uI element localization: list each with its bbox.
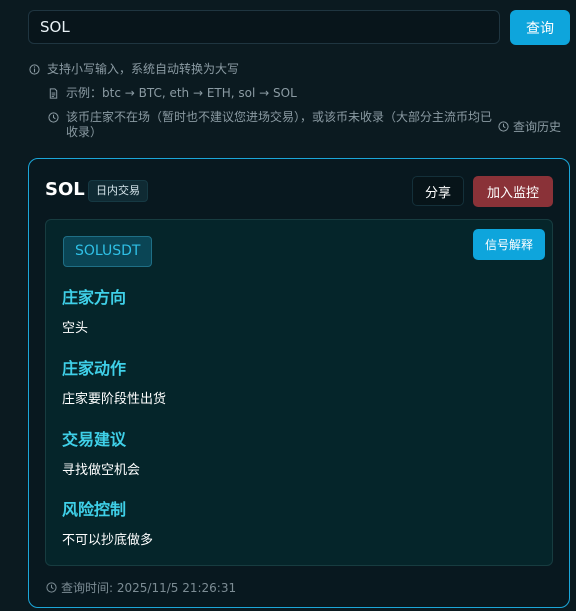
share-button[interactable]: 分享 [412,176,464,206]
section-heading-suggestion: 交易建议 [62,430,127,449]
hint-not-listed: 该币庄家不在场（暂时也不建议您进场交易），或该币未收录（大部分主流币均已收录） [48,110,493,140]
query-time-text: 查询时间: 2025/11/5 21:26:31 [61,581,237,595]
search-input[interactable] [28,10,500,44]
hint-example-text: 示例：btc → BTC, eth → ETH, sol → SOL [66,86,297,100]
hint-example: 示例：btc → BTC, eth → ETH, sol → SOL [48,86,297,101]
section-heading-direction: 庄家方向 [62,288,127,307]
history-clock-icon [498,121,509,132]
info-icon [29,64,40,75]
hint-lowercase-text: 支持小写输入，系统自动转换为大写 [47,62,240,76]
query-time: 查询时间: 2025/11/5 21:26:31 [46,579,236,596]
symbol-badge: SOLUSDT [63,236,153,267]
coin-title: SOL [45,179,85,200]
section-heading-risk: 风险控制 [62,500,127,519]
time-clock-icon [46,582,57,593]
clock-icon [48,112,59,123]
query-history-link[interactable]: 查询历史 [498,118,561,135]
signal-panel: SOLUSDT 信号解释 庄家方向 空头 庄家动作 庄家要阶段性出货 交易建议 … [45,219,553,566]
query-history-label: 查询历史 [513,120,562,134]
section-body-action: 庄家要阶段性出货 [62,392,167,407]
hint-lowercase: 支持小写输入，系统自动转换为大写 [29,62,239,77]
page: 查询 支持小写输入，系统自动转换为大写 示例：btc → BTC, eth → … [0,0,576,611]
trade-type-badge: 日内交易 [88,180,148,202]
hint-not-listed-text: 该币庄家不在场（暂时也不建议您进场交易），或该币未收录（大部分主流币均已收录） [66,110,493,139]
signal-explain-button[interactable]: 信号解释 [473,229,545,260]
search-button[interactable]: 查询 [510,10,570,45]
section-body-direction: 空头 [62,321,89,336]
section-heading-action: 庄家动作 [62,359,127,378]
section-body-risk: 不可以抄底做多 [62,533,154,548]
document-icon [49,88,58,99]
section-body-suggestion: 寻找做空机会 [62,463,141,478]
add-monitor-button[interactable]: 加入监控 [473,176,553,207]
result-card: SOL 日内交易 分享 加入监控 SOLUSDT 信号解释 庄家方向 空头 庄家… [28,158,570,608]
